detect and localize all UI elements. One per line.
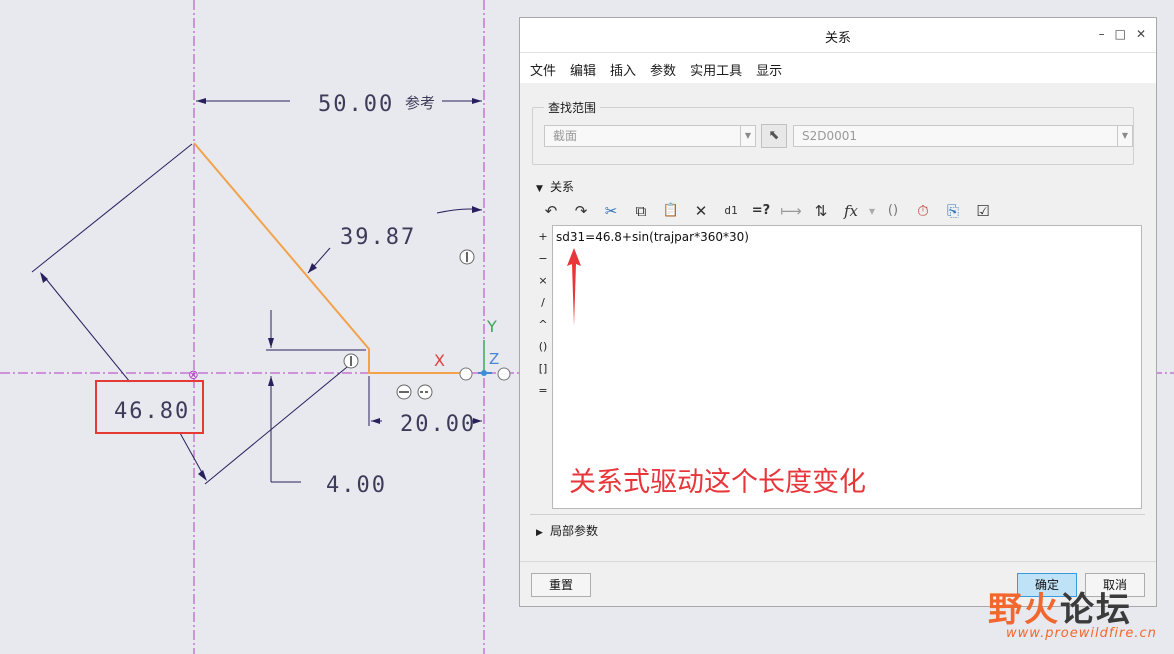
menu-bar: 文件 编辑 插入 参数 实用工具 显示: [520, 53, 1156, 83]
section-divider: [530, 514, 1145, 515]
operator-power[interactable]: ^: [536, 314, 550, 336]
sketch-profile[interactable]: [193, 142, 462, 374]
relation-text[interactable]: sd31=46.8+sin(trajpar*360*30): [556, 230, 749, 244]
intersection-marker: ⊗: [188, 368, 199, 383]
evaluate-icon[interactable]: =?: [746, 200, 776, 222]
chevron-down-icon: ▼: [1117, 126, 1132, 146]
minimize-icon[interactable]: –: [1099, 27, 1105, 41]
paste-icon[interactable]: 📋: [656, 200, 686, 222]
watermark-url: www.proewildfire.cn: [1006, 626, 1157, 641]
menu-insert[interactable]: 插入: [603, 53, 643, 79]
menu-parameters[interactable]: 参数: [643, 53, 683, 79]
undo-icon[interactable]: ↶: [536, 200, 566, 222]
sort-icon[interactable]: ⇅: [806, 200, 836, 222]
vertical-constraint-icon[interactable]: [343, 353, 359, 369]
dim-20-value[interactable]: 20.00: [400, 412, 476, 437]
chevron-down-icon: ▼: [740, 126, 755, 146]
dim-4-value[interactable]: 4.00: [326, 473, 387, 498]
chevron-down-icon[interactable]: ▾: [866, 200, 878, 222]
scope-type-value: 截面: [553, 129, 578, 143]
operator-parentheses[interactable]: (): [536, 336, 550, 358]
delete-icon[interactable]: ✕: [686, 200, 716, 222]
parentheses-icon[interactable]: (): [878, 200, 908, 222]
cut-icon[interactable]: ✂: [596, 200, 626, 222]
dim-50-ref-label: 参考: [405, 94, 435, 112]
show-dimension-icon[interactable]: ⟼: [776, 200, 806, 222]
close-icon[interactable]: ✕: [1136, 27, 1146, 41]
select-pointer-icon[interactable]: ⬉: [761, 124, 787, 148]
relations-dialog: 关系 – □ ✕ 文件 编辑 插入 参数 实用工具 显示 查找范围 截面 ▼ ⬉ S2D0…: [519, 17, 1157, 607]
dim-46-line-lower: [179, 432, 206, 479]
reset-button[interactable]: 重置: [531, 573, 591, 597]
scope-object-select[interactable]: S2D0001 ▼: [793, 125, 1133, 147]
dim-46-arrow-top: [40, 272, 48, 283]
dim-50-arrow-right: [472, 98, 482, 104]
watermark-logo: 野火论坛: [988, 590, 1132, 630]
dialog-titlebar[interactable]: 关系 – □ ✕: [520, 18, 1156, 53]
operator-equals[interactable]: =: [536, 380, 550, 402]
dim-39-value[interactable]: 39.87: [340, 225, 416, 250]
menu-edit[interactable]: 编辑: [563, 53, 603, 79]
menu-file[interactable]: 文件: [520, 53, 563, 79]
expand-right-icon: ▶: [536, 528, 543, 538]
expand-down-icon: ▼: [536, 184, 543, 194]
window-controls: – □ ✕: [1099, 27, 1146, 41]
menu-display[interactable]: 显示: [749, 53, 789, 79]
axis-z-label: Z: [489, 350, 499, 368]
horizontal-constraint-icons[interactable]: [396, 384, 433, 400]
dim-46-ext-top: [31, 143, 193, 273]
verify-icon[interactable]: ☑: [968, 200, 998, 222]
dim-39-top-arrow: [472, 206, 482, 213]
relations-toolbar: ↶ ↷ ✂ ⧉ 📋 ✕ d1 =? ⟼ ⇅ fx ▾ () ⏱ ⎘ ☑: [536, 199, 998, 223]
copy-icon[interactable]: ⧉: [626, 200, 656, 222]
function-icon[interactable]: fx: [836, 200, 866, 222]
operator-bar: + − × / ^ () [] =: [536, 226, 550, 402]
forum-watermark: 野火论坛 www.proewildfire.cn: [988, 582, 1156, 641]
scope-type-select[interactable]: 截面 ▼: [544, 125, 756, 147]
annotation-arrow: [567, 248, 581, 326]
dim-4-arrow-top: [268, 338, 274, 348]
axis-y-label: Y: [486, 317, 497, 336]
dim-46-arrow-bottom: [198, 470, 207, 481]
annotation-text: 关系式驱动这个长度变化: [569, 467, 866, 498]
vertical-constraint-icon-2[interactable]: [459, 249, 475, 265]
dim-20-arrow-left: [371, 418, 380, 424]
local-params-label: 局部参数: [550, 524, 599, 538]
switch-dimensions-icon[interactable]: d1: [716, 200, 746, 222]
operator-divide[interactable]: /: [536, 292, 550, 314]
dim-46-line-upper: [41, 273, 131, 383]
operator-brackets[interactable]: []: [536, 358, 550, 380]
dim-4-arrow-bottom: [268, 376, 274, 386]
insert-from-file-icon[interactable]: ⎘: [938, 200, 968, 222]
relations-editor[interactable]: sd31=46.8+sin(trajpar*360*30) 关系式驱动这个长度变…: [552, 225, 1142, 509]
axis-x-label: X: [434, 351, 445, 370]
menu-utilities[interactable]: 实用工具: [683, 53, 749, 79]
dim-50-value[interactable]: 50.00: [318, 92, 394, 117]
maximize-icon[interactable]: □: [1115, 27, 1126, 41]
footer-divider: [520, 561, 1156, 562]
operator-plus[interactable]: +: [536, 226, 550, 248]
relations-section-toggle[interactable]: ▼ 关系: [536, 178, 574, 195]
dialog-title: 关系: [824, 31, 851, 46]
operator-minus[interactable]: −: [536, 248, 550, 270]
scope-object-value: S2D0001: [802, 129, 858, 143]
execute-icon[interactable]: ⏱: [908, 200, 938, 222]
operator-multiply[interactable]: ×: [536, 270, 550, 292]
local-params-toggle[interactable]: ▶ 局部参数: [536, 522, 598, 539]
redo-icon[interactable]: ↷: [566, 200, 596, 222]
relations-section-label: 关系: [550, 180, 575, 194]
dim-46-ext-bottom: [204, 357, 359, 485]
dim-46-value[interactable]: 46.80: [114, 399, 190, 424]
dim-50-arrow-left: [196, 98, 206, 104]
find-scope-label: 查找范围: [544, 99, 601, 116]
